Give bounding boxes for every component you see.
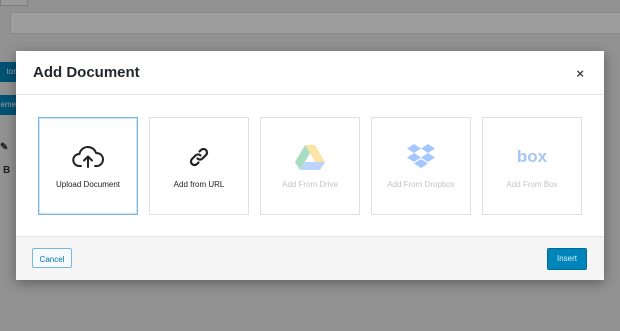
link-icon	[150, 144, 248, 170]
cloud-upload-icon	[39, 144, 137, 170]
add-from-dropbox-option[interactable]: Add From Dropbox	[371, 117, 471, 215]
option-label: Add From Box	[506, 180, 558, 189]
modal-header: Add Document ×	[16, 51, 604, 95]
option-label: Add From Dropbox	[387, 180, 455, 189]
add-from-drive-option[interactable]: Add From Drive	[260, 117, 360, 215]
insert-button[interactable]: Insert	[547, 248, 587, 270]
option-label: Add From Drive	[281, 180, 338, 189]
google-drive-icon	[261, 144, 359, 170]
option-label: Upload Document	[55, 180, 121, 189]
modal-footer: Cancel Insert	[16, 236, 604, 280]
modal-title: Add Document	[33, 64, 140, 81]
cancel-button[interactable]: Cancel	[32, 248, 72, 268]
box-logo-text: box	[516, 147, 548, 166]
dropbox-icon	[372, 144, 470, 170]
option-label: Add from URL	[173, 180, 225, 189]
add-from-box-option[interactable]: box Add From Box	[482, 117, 582, 215]
add-from-url-option[interactable]: Add from URL	[149, 117, 249, 215]
close-button[interactable]: ×	[576, 66, 584, 81]
box-icon: box	[483, 144, 581, 170]
upload-document-option[interactable]: Upload Document	[38, 117, 138, 215]
add-document-modal: Add Document × Upload Document Add from …	[16, 51, 604, 280]
